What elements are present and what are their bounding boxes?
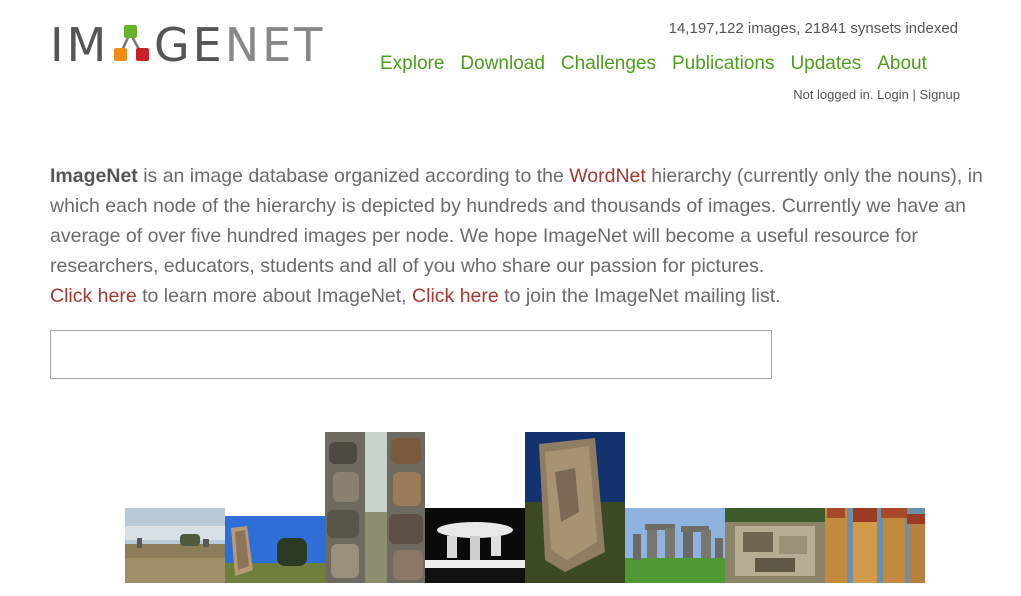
menhir-sky-image[interactable] bbox=[225, 516, 325, 583]
main-nav: Explore Download Challenges Publications… bbox=[380, 53, 927, 75]
logo-letter-n: N bbox=[225, 20, 262, 65]
mailing-list-link[interactable]: Click here bbox=[412, 285, 499, 307]
nav-about[interactable]: About bbox=[877, 53, 927, 75]
search-input[interactable] bbox=[50, 330, 772, 379]
intro-text-4: to join the ImageNet mailing list. bbox=[498, 285, 781, 307]
logo-dots-icon bbox=[114, 25, 149, 61]
logo-letter-g: G bbox=[154, 20, 193, 65]
signup-link[interactable]: Signup bbox=[920, 87, 960, 102]
login-link[interactable]: Login bbox=[877, 87, 909, 102]
logo-letter-t: T bbox=[293, 20, 325, 65]
intro-brand: ImageNet bbox=[50, 165, 138, 187]
logo-letter-e2: E bbox=[262, 20, 294, 65]
logo-letter-e: E bbox=[193, 20, 225, 65]
intro-text-3: to learn more about ImageNet, bbox=[136, 285, 413, 307]
wordnet-link[interactable]: WordNet bbox=[569, 165, 646, 187]
svg-text:GENET: GENET bbox=[154, 20, 325, 65]
intro-text-1: is an image database organized according… bbox=[137, 165, 570, 187]
nav-download[interactable]: Download bbox=[460, 53, 545, 75]
nav-publications[interactable]: Publications bbox=[672, 53, 774, 75]
stone-field-image[interactable] bbox=[125, 508, 225, 583]
logo-letter-i: I bbox=[50, 20, 67, 65]
logo-letter-m: M bbox=[67, 20, 110, 65]
intro-paragraph: ImageNet is an image database organized … bbox=[50, 161, 1000, 311]
stonehenge-image[interactable] bbox=[625, 508, 725, 583]
login-status-text: Not logged in. bbox=[793, 87, 874, 102]
index-stats: 14,197,122 images, 21841 synsets indexed bbox=[668, 20, 958, 37]
menhir-closeup-image[interactable] bbox=[525, 432, 625, 583]
nav-challenges[interactable]: Challenges bbox=[561, 53, 656, 75]
image-gallery bbox=[125, 432, 925, 583]
nav-updates[interactable]: Updates bbox=[790, 53, 861, 75]
svg-text:IM: IM bbox=[50, 20, 109, 65]
stone-wall-image[interactable] bbox=[325, 432, 425, 583]
login-separator: | bbox=[912, 87, 916, 102]
moai-image[interactable] bbox=[825, 508, 925, 583]
ruins-image[interactable] bbox=[725, 508, 825, 583]
nav-explore[interactable]: Explore bbox=[380, 53, 444, 75]
login-status-bar: Not logged in. Login | Signup bbox=[793, 87, 960, 102]
learn-more-link[interactable]: Click here bbox=[50, 285, 137, 307]
imagenet-logo[interactable]: IM GENET bbox=[50, 20, 332, 65]
dolmen-image[interactable] bbox=[425, 508, 525, 583]
